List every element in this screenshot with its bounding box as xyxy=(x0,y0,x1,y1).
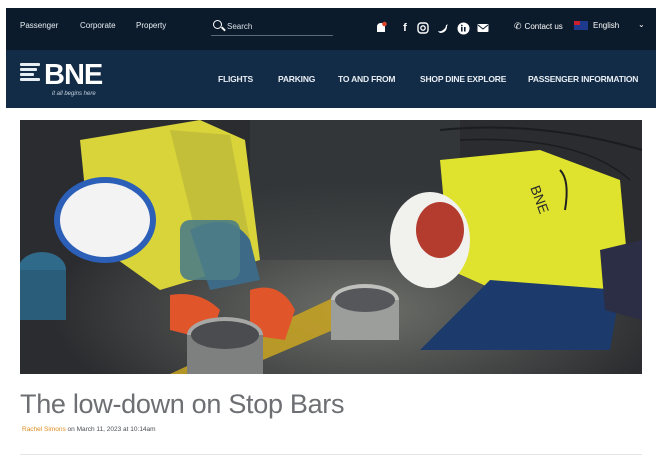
linkedin-icon[interactable] xyxy=(454,18,472,38)
article-title: The low-down on Stop Bars xyxy=(20,389,345,419)
bne-logo[interactable]: BNE it all begins here xyxy=(20,59,120,99)
instagram-icon[interactable] xyxy=(414,18,432,38)
logo-mark-icon xyxy=(20,63,40,85)
nav-passenger-information[interactable]: PASSENGER INFORMATION xyxy=(528,74,638,84)
author-link[interactable]: Rachel Simons xyxy=(22,426,66,433)
nav-flights[interactable]: FLIGHTS xyxy=(218,74,253,84)
search-icon[interactable] xyxy=(213,20,222,29)
search-input[interactable] xyxy=(227,19,327,33)
language-selector[interactable]: English xyxy=(574,21,619,30)
top-link-passenger[interactable]: Passenger xyxy=(20,21,58,30)
twitter-icon[interactable] xyxy=(434,18,452,38)
language-label: English xyxy=(593,21,620,30)
article-byline: Rachel Simons on March 11, 2023 at 10:14… xyxy=(22,426,156,433)
notification-icon[interactable] xyxy=(372,18,390,38)
hero-image: BNE xyxy=(20,120,642,374)
top-link-property[interactable]: Property xyxy=(136,21,166,30)
article-date: on March 11, 2023 at 10:14am xyxy=(67,426,156,433)
main-nav: BNE it all begins here FLIGHTS PARKING T… xyxy=(6,50,656,108)
chevron-down-icon[interactable]: ⌄ xyxy=(638,20,645,29)
logo-tagline: it all begins here xyxy=(52,91,96,97)
top-link-corporate[interactable]: Corporate xyxy=(80,21,116,30)
phone-icon: ✆ xyxy=(514,21,522,31)
search-box[interactable] xyxy=(211,18,333,36)
utility-bar: Passenger Corporate Property f ✆Contact … xyxy=(6,8,656,50)
logo-text: BNE xyxy=(44,59,103,91)
divider xyxy=(20,454,642,455)
contact-link[interactable]: ✆ Contact us xyxy=(514,21,563,32)
email-icon[interactable] xyxy=(474,18,492,38)
page: Passenger Corporate Property f ✆Contact … xyxy=(6,8,656,473)
nav-to-and-from[interactable]: TO AND FROM xyxy=(338,74,395,84)
facebook-icon[interactable]: f xyxy=(396,18,414,38)
flag-icon xyxy=(574,21,588,30)
nav-parking[interactable]: PARKING xyxy=(278,74,315,84)
contact-label: Contact us xyxy=(524,22,563,31)
nav-shop-dine-explore[interactable]: SHOP DINE EXPLORE xyxy=(420,74,506,84)
